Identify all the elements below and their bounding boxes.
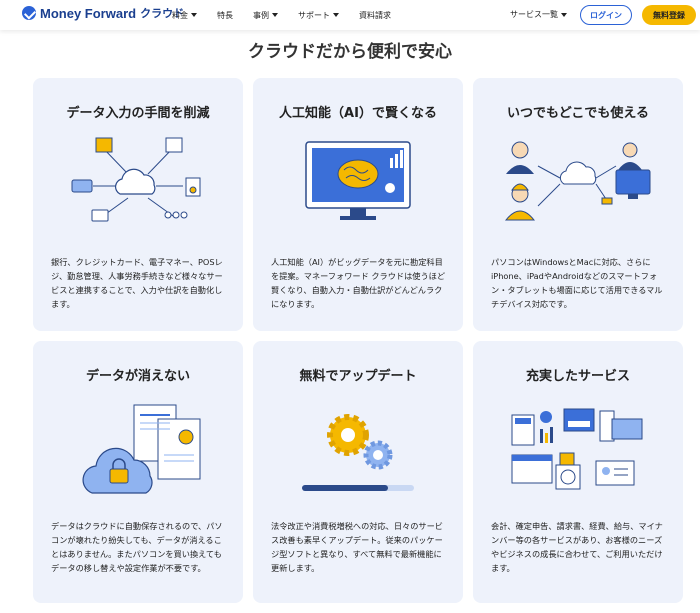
site-header: Money Forward クラウド 料金 特長 事例 サポート 資料請求 サー… <box>0 0 700 30</box>
business-documents-illustration <box>511 408 643 490</box>
services-menu[interactable]: サービス一覧 <box>510 9 567 20</box>
nav-item-label: 事例 <box>253 10 269 20</box>
nav-item-label: 料金 <box>172 10 188 20</box>
chevron-down-icon <box>191 13 197 17</box>
card-title: データ入力の手間を削減 <box>66 106 210 121</box>
nav-item-label: 資料請求 <box>359 10 391 20</box>
feature-card-anywhere: いつでもどこでも使える パソコンはWindowsとMacに対応、さらにiPhon… <box>473 78 683 331</box>
card-description: パソコンはWindowsとMacに対応、さらにiPhone、iPadやAndro… <box>491 257 663 309</box>
card-title: 充実したサービス <box>525 369 630 384</box>
nav-item-label: サポート <box>298 10 330 20</box>
feature-card-data-safe: データが消えない データはクラウドに自動保存されるので、パソコンが壊れたり紛失し… <box>33 341 243 603</box>
nav-item-features[interactable]: 特長 <box>217 10 233 21</box>
nav-item-cases[interactable]: 事例 <box>253 10 278 21</box>
main-nav: 料金 特長 事例 サポート 資料請求 <box>172 0 411 30</box>
login-button[interactable]: ログイン <box>580 5 632 25</box>
card-description: 人工知能（AI）がビッグデータを元に勘定科目を提案。マネーフォワード クラウドは… <box>271 257 446 309</box>
card-title: 無料でアップデート <box>299 369 417 384</box>
signup-button[interactable]: 無料登録 <box>642 5 696 25</box>
nav-item-pricing[interactable]: 料金 <box>172 10 197 21</box>
cloud-connections-illustration <box>71 137 201 222</box>
card-description: 会計、確定申告、請求書、経費、給与、マイナンバー等の各サービスがあり、お客様のニ… <box>491 521 663 573</box>
card-description: 法令改正や消費税増税への対応、日々のサービス改善も素早くアップデート。従来のパッ… <box>271 521 443 573</box>
feature-card-services: 充実したサービス 会計、確定申告、請求書、経費、給与、マイナンバー等の各サービス… <box>473 341 683 603</box>
logo[interactable]: Money Forward クラウド <box>22 5 184 21</box>
gears-progress-illustration <box>302 414 414 491</box>
services-menu-label: サービス一覧 <box>510 10 558 19</box>
chevron-down-icon <box>333 13 339 17</box>
card-title: いつでもどこでも使える <box>507 106 649 121</box>
nav-item-label: 特長 <box>217 10 233 20</box>
people-devices-illustration <box>504 141 651 221</box>
feature-card-free-update: 無料でアップデート 法令改正や消費税増税への対応、日々のサービス改善も素早くアッ… <box>253 341 463 603</box>
ai-brain-monitor-illustration <box>305 141 411 220</box>
chevron-down-icon <box>561 12 567 17</box>
section-title: クラウドだから便利で安心 <box>248 42 452 62</box>
card-title: 人工知能（AI）で賢くなる <box>279 106 437 121</box>
cloud-lock-documents-illustration <box>82 404 201 494</box>
feature-card-ai: 人工知能（AI）で賢くなる 人工知能（AI）がビッグデータを元に勘定科目を提案。… <box>253 78 463 331</box>
progress-fill <box>302 485 388 491</box>
card-description: 銀行、クレジットカード、電子マネー、POSレジ、勤怠管理、人事労務手続きなど様々… <box>51 257 223 309</box>
nav-item-support[interactable]: サポート <box>298 10 339 21</box>
card-title: データが消えない <box>85 369 190 384</box>
card-description: データはクラウドに自動保存されるので、パソコンが壊れたり紛失しても、データが消え… <box>51 521 223 573</box>
logo-text: Money Forward <box>40 5 137 21</box>
chevron-down-icon <box>272 13 278 17</box>
feature-card-data-entry: データ入力の手間を削減 銀行、クレジットカード、電子マネー、POSレジ、勤怠管理… <box>33 78 243 331</box>
money-forward-logo-icon <box>22 6 36 20</box>
nav-item-documents[interactable]: 資料請求 <box>359 10 391 21</box>
